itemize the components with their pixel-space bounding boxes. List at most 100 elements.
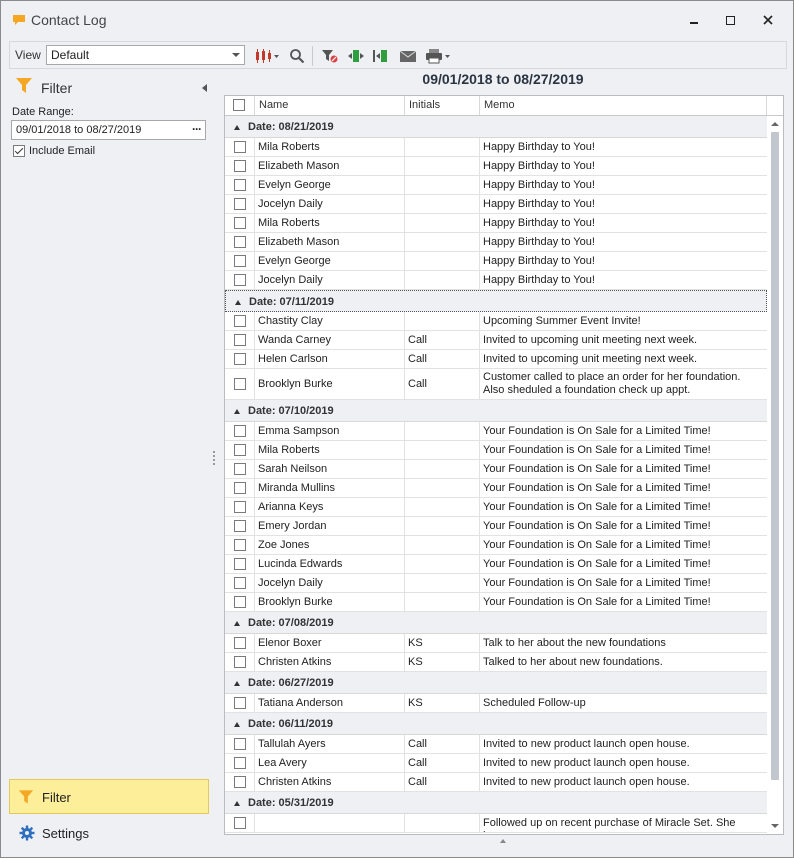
collapse-group-icon[interactable] (234, 125, 240, 130)
table-row[interactable]: Brooklyn Burke Your Foundation is On Sale… (225, 593, 767, 612)
memo-cell[interactable]: Invited to new product launch open house… (480, 735, 767, 753)
memo-cell[interactable]: Happy Birthday to You! (480, 157, 767, 175)
row-checkbox[interactable] (234, 520, 246, 532)
memo-cell[interactable]: Your Foundation is On Sale for a Limited… (480, 479, 767, 497)
expand-groups-button[interactable] (372, 46, 390, 66)
row-checkbox[interactable] (234, 757, 246, 769)
initials-cell[interactable]: Call (405, 369, 480, 399)
table-row[interactable]: Elizabeth Mason Happy Birthday to You! (225, 157, 767, 176)
scroll-down-icon[interactable] (771, 824, 779, 828)
row-checkbox[interactable] (234, 596, 246, 608)
row-checkbox[interactable] (234, 776, 246, 788)
table-row[interactable]: Brooklyn Burke Call Customer called to pla… (225, 369, 767, 400)
memo-cell[interactable]: Talked to her about new foundations. (480, 653, 767, 671)
row-checkbox[interactable] (234, 334, 246, 346)
memo-cell[interactable]: Your Foundation is On Sale for a Limited… (480, 460, 767, 478)
select-all-checkbox[interactable] (233, 99, 245, 111)
memo-cell[interactable]: Invited to new product launch open house… (480, 754, 767, 772)
initials-cell[interactable] (405, 271, 480, 289)
row-checkbox[interactable] (234, 656, 246, 668)
close-button[interactable] (753, 9, 783, 31)
group-row[interactable]: Date: 07/10/2019 (225, 400, 767, 422)
initials-cell[interactable] (405, 517, 480, 535)
table-row[interactable]: Elenor Boxer KS Talk to her about the new … (225, 634, 767, 653)
initials-cell[interactable] (405, 574, 480, 592)
row-checkbox[interactable] (234, 217, 246, 229)
row-checkbox[interactable] (234, 274, 246, 286)
memo-cell[interactable]: Happy Birthday to You! (480, 195, 767, 213)
scroll-thumb[interactable] (771, 132, 779, 780)
row-checkbox[interactable] (234, 539, 246, 551)
initials-cell[interactable]: Call (405, 350, 480, 368)
collapse-group-icon[interactable] (234, 801, 240, 806)
table-row[interactable]: Tatiana Anderson KS Scheduled Follow-up (225, 694, 767, 713)
initials-cell[interactable] (405, 252, 480, 270)
table-row[interactable]: Lucinda Edwards Your Foundation is On Sal… (225, 555, 767, 574)
name-cell[interactable]: Christen Atkins (255, 773, 405, 791)
clear-filter-button[interactable] (321, 46, 339, 66)
name-cell[interactable]: Elizabeth Mason (255, 157, 405, 175)
row-checkbox[interactable] (234, 444, 246, 456)
row-checkbox[interactable] (234, 482, 246, 494)
initials-cell[interactable]: Call (405, 773, 480, 791)
row-checkbox[interactable] (234, 236, 246, 248)
name-cell[interactable]: Emma Sampson (255, 422, 405, 440)
table-row[interactable]: Jocelyn Daily Happy Birthday to You! (225, 195, 767, 214)
name-cell[interactable]: Arianna Keys (255, 498, 405, 516)
maximize-button[interactable] (715, 9, 745, 31)
memo-cell[interactable]: Customer called to place an order for he… (480, 369, 767, 399)
email-button[interactable] (399, 46, 417, 66)
memo-cell[interactable]: Invited to upcoming unit meeting next we… (480, 331, 767, 349)
memo-cell[interactable]: Invited to upcoming unit meeting next we… (480, 350, 767, 368)
name-cell[interactable]: Miranda Mullins (255, 479, 405, 497)
initials-cell[interactable] (405, 233, 480, 251)
row-checkbox[interactable] (234, 378, 246, 390)
initials-cell[interactable] (405, 479, 480, 497)
collapse-group-icon[interactable] (234, 681, 240, 686)
memo-cell[interactable]: Happy Birthday to You! (480, 233, 767, 251)
memo-cell[interactable]: Your Foundation is On Sale for a Limited… (480, 441, 767, 459)
row-checkbox[interactable] (234, 198, 246, 210)
name-cell[interactable]: Mila Roberts (255, 138, 405, 156)
initials-cell[interactable] (405, 460, 480, 478)
table-row[interactable]: Christen Atkins KS Talked to her about new… (225, 653, 767, 672)
group-row[interactable]: Date: 06/11/2019 (225, 713, 767, 735)
initials-cell[interactable]: Call (405, 754, 480, 772)
row-checkbox[interactable] (234, 353, 246, 365)
row-checkbox[interactable] (234, 179, 246, 191)
table-row[interactable]: Chastity Clay Upcoming Summer Event Invit… (225, 312, 767, 331)
initials-cell[interactable]: Call (405, 735, 480, 753)
table-row[interactable]: Followed up on recent purchase of Miracl… (225, 814, 767, 833)
memo-cell[interactable]: Happy Birthday to You! (480, 271, 767, 289)
date-range-ellipsis-button[interactable]: ··· (192, 122, 202, 136)
table-row[interactable]: Mila Roberts Your Foundation is On Sale f… (225, 441, 767, 460)
initials-cell[interactable] (405, 536, 480, 554)
table-row[interactable]: Tallulah Ayers Call Invited to new product… (225, 735, 767, 754)
initials-cell[interactable] (405, 195, 480, 213)
name-cell[interactable]: Evelyn George (255, 176, 405, 194)
table-row[interactable]: Arianna Keys Your Foundation is On Sale f… (225, 498, 767, 517)
memo-cell[interactable]: Scheduled Follow-up (480, 694, 767, 712)
name-cell[interactable]: Elenor Boxer (255, 634, 405, 652)
table-row[interactable]: Wanda Carney Call Invited to upcoming unit… (225, 331, 767, 350)
initials-cell[interactable] (405, 593, 480, 611)
memo-cell[interactable]: Your Foundation is On Sale for a Limited… (480, 555, 767, 573)
memo-cell[interactable]: Happy Birthday to You! (480, 214, 767, 232)
initials-cell[interactable] (405, 422, 480, 440)
table-row[interactable]: Mila Roberts Happy Birthday to You! (225, 138, 767, 157)
name-cell[interactable]: Tallulah Ayers (255, 735, 405, 753)
include-email-option[interactable]: Include Email (13, 145, 95, 157)
collapse-group-icon[interactable] (234, 621, 240, 626)
name-cell[interactable]: Wanda Carney (255, 331, 405, 349)
initials-cell[interactable] (405, 498, 480, 516)
row-checkbox[interactable] (234, 315, 246, 327)
row-checkbox[interactable] (234, 637, 246, 649)
initials-cell[interactable] (405, 176, 480, 194)
panel-splitter[interactable] (213, 451, 217, 469)
name-cell[interactable]: Mila Roberts (255, 214, 405, 232)
table-row[interactable]: Emma Sampson Your Foundation is On Sale f… (225, 422, 767, 441)
name-cell[interactable]: Christen Atkins (255, 653, 405, 671)
group-row[interactable]: Date: 08/21/2019 (225, 116, 767, 138)
row-checkbox[interactable] (234, 501, 246, 513)
search-button[interactable] (289, 46, 305, 66)
